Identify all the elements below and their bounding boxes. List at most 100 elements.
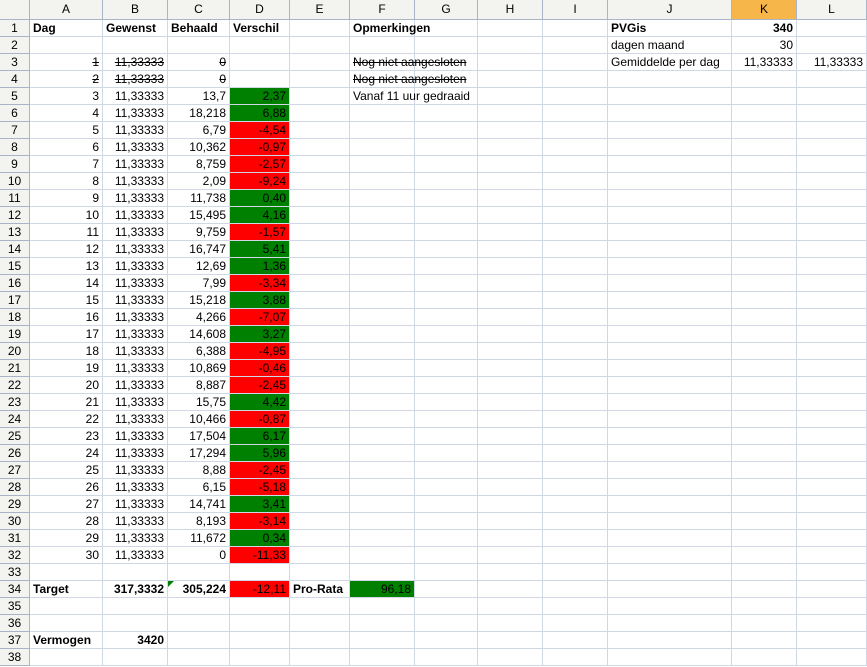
empty-cell[interactable]: [608, 377, 732, 394]
empty-cell[interactable]: [797, 292, 867, 309]
empty-cell[interactable]: [415, 428, 478, 445]
empty-cell[interactable]: [797, 105, 867, 122]
empty-cell[interactable]: [543, 649, 608, 666]
empty-cell[interactable]: [797, 37, 867, 54]
empty-cell[interactable]: [797, 564, 867, 581]
empty-cell[interactable]: [103, 598, 168, 615]
empty-cell[interactable]: [478, 411, 543, 428]
gewenst-cell[interactable]: 11,33333: [103, 496, 168, 513]
row-header-33[interactable]: 33: [0, 564, 30, 581]
empty-cell[interactable]: [543, 309, 608, 326]
dag-cell[interactable]: 9: [30, 190, 103, 207]
empty-cell[interactable]: [290, 496, 350, 513]
verschil-cell[interactable]: 0,40: [230, 190, 290, 207]
dag-cell[interactable]: 14: [30, 275, 103, 292]
empty-cell[interactable]: [608, 156, 732, 173]
verschil-cell[interactable]: 4,16: [230, 207, 290, 224]
empty-cell[interactable]: [290, 564, 350, 581]
behaald-cell[interactable]: 4,266: [168, 309, 230, 326]
empty-cell[interactable]: [608, 275, 732, 292]
empty-cell[interactable]: [797, 20, 867, 37]
empty-cell[interactable]: [350, 360, 415, 377]
behaald-cell[interactable]: 12,69: [168, 258, 230, 275]
behaald-cell[interactable]: 17,294: [168, 445, 230, 462]
empty-cell[interactable]: [543, 292, 608, 309]
row-header-38[interactable]: 38: [0, 649, 30, 666]
dag-cell[interactable]: 27: [30, 496, 103, 513]
empty-cell[interactable]: [103, 564, 168, 581]
empty-cell[interactable]: [415, 394, 478, 411]
header-opmerkingen[interactable]: Opmerkingen: [350, 20, 478, 37]
empty-cell[interactable]: [230, 564, 290, 581]
empty-cell[interactable]: [168, 564, 230, 581]
target-behaald[interactable]: 305,224: [168, 581, 230, 598]
empty-cell[interactable]: [478, 564, 543, 581]
gewenst-cell[interactable]: 11,33333: [103, 207, 168, 224]
empty-cell[interactable]: [478, 275, 543, 292]
empty-cell[interactable]: [415, 496, 478, 513]
empty-cell[interactable]: [732, 411, 797, 428]
empty-cell[interactable]: [797, 649, 867, 666]
empty-cell[interactable]: [797, 173, 867, 190]
empty-cell[interactable]: [290, 173, 350, 190]
verschil-cell[interactable]: -2,45: [230, 462, 290, 479]
empty-cell[interactable]: [30, 598, 103, 615]
gewenst-cell[interactable]: 11,33333: [103, 462, 168, 479]
empty-cell[interactable]: [732, 139, 797, 156]
empty-cell[interactable]: [415, 445, 478, 462]
verschil-cell[interactable]: -5,18: [230, 479, 290, 496]
empty-cell[interactable]: [230, 649, 290, 666]
empty-cell[interactable]: [478, 54, 543, 71]
opmerking-cell[interactable]: Nog niet aangesloten: [350, 54, 478, 71]
empty-cell[interactable]: [732, 496, 797, 513]
column-header-k[interactable]: K: [732, 0, 797, 20]
gewenst-cell[interactable]: 11,33333: [103, 139, 168, 156]
header-verschil[interactable]: Verschil: [230, 20, 290, 37]
error-indicator-icon[interactable]: [168, 581, 174, 587]
row-header-37[interactable]: 37: [0, 632, 30, 649]
empty-cell[interactable]: [797, 156, 867, 173]
behaald-cell[interactable]: 8,193: [168, 513, 230, 530]
empty-cell[interactable]: [732, 309, 797, 326]
empty-cell[interactable]: [543, 360, 608, 377]
behaald-cell[interactable]: 13,7: [168, 88, 230, 105]
empty-cell[interactable]: [350, 445, 415, 462]
empty-cell[interactable]: [608, 598, 732, 615]
empty-cell[interactable]: [608, 292, 732, 309]
empty-cell[interactable]: [543, 20, 608, 37]
empty-cell[interactable]: [543, 122, 608, 139]
dag-cell[interactable]: 29: [30, 530, 103, 547]
empty-cell[interactable]: [797, 258, 867, 275]
empty-cell[interactable]: [478, 547, 543, 564]
empty-cell[interactable]: [103, 615, 168, 632]
empty-cell[interactable]: [478, 598, 543, 615]
gewenst-cell[interactable]: 11,33333: [103, 530, 168, 547]
dag-cell[interactable]: 3: [30, 88, 103, 105]
verschil-cell[interactable]: -0,46: [230, 360, 290, 377]
empty-cell[interactable]: [732, 564, 797, 581]
empty-cell[interactable]: [732, 462, 797, 479]
verschil-cell[interactable]: -4,54: [230, 122, 290, 139]
empty-cell[interactable]: [608, 411, 732, 428]
empty-cell[interactable]: [732, 649, 797, 666]
empty-cell[interactable]: [350, 411, 415, 428]
select-all-corner[interactable]: [0, 0, 30, 20]
row-header-4[interactable]: 4: [0, 71, 30, 88]
dag-cell[interactable]: 23: [30, 428, 103, 445]
empty-cell[interactable]: [478, 632, 543, 649]
verschil-cell[interactable]: 4,42: [230, 394, 290, 411]
empty-cell[interactable]: [415, 479, 478, 496]
dag-cell[interactable]: 28: [30, 513, 103, 530]
empty-cell[interactable]: [732, 258, 797, 275]
empty-cell[interactable]: [797, 88, 867, 105]
empty-cell[interactable]: [732, 479, 797, 496]
empty-cell[interactable]: [732, 598, 797, 615]
empty-cell[interactable]: [350, 258, 415, 275]
pvgis-value[interactable]: 340: [732, 20, 797, 37]
empty-cell[interactable]: [543, 241, 608, 258]
dag-cell[interactable]: 5: [30, 122, 103, 139]
empty-cell[interactable]: [543, 496, 608, 513]
empty-cell[interactable]: [350, 292, 415, 309]
empty-cell[interactable]: [350, 632, 415, 649]
empty-cell[interactable]: [290, 411, 350, 428]
